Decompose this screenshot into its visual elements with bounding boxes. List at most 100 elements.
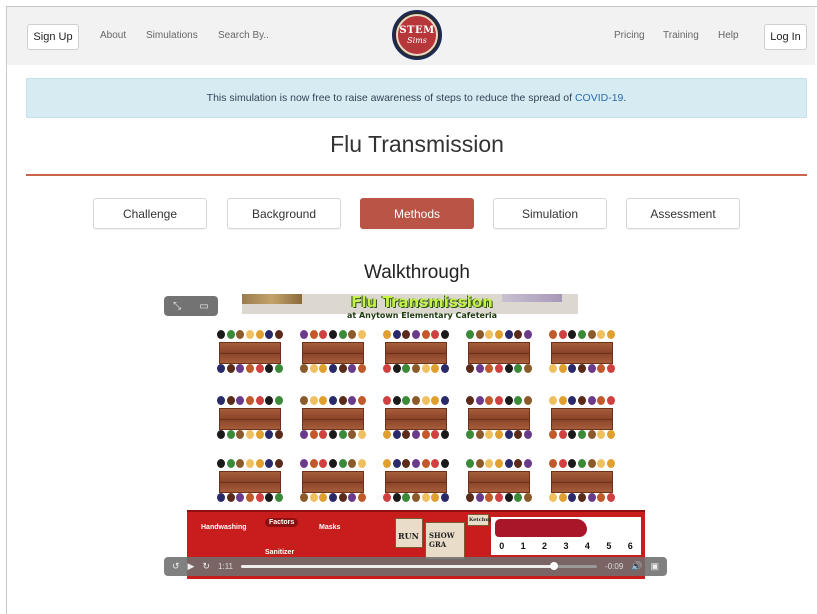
progress-knob[interactable] [550, 562, 559, 570]
student-head [309, 459, 318, 468]
nav-simulations[interactable]: Simulations [146, 30, 198, 41]
student-head [265, 330, 274, 339]
table-plank [468, 471, 530, 493]
tab-background[interactable]: Background [227, 198, 341, 229]
covid-notice-banner: This simulation is now free to raise awa… [26, 78, 807, 118]
play-icon[interactable]: ▶ [188, 561, 195, 572]
student-head [348, 430, 357, 439]
stem-sims-logo[interactable]: STEM Sims [392, 10, 442, 60]
student-head [392, 364, 401, 373]
picture-in-picture-icon[interactable]: ▭ [199, 301, 208, 312]
student-head [236, 430, 245, 439]
airplay-icon[interactable]: ▣ [650, 561, 659, 572]
student-head [274, 330, 283, 339]
student-head [577, 330, 586, 339]
walkthrough-video[interactable]: Flu Transmission at Anytown Elementary C… [162, 294, 669, 579]
volume-icon[interactable]: 🔊 [631, 561, 642, 572]
student-head [549, 396, 557, 405]
student-head [568, 430, 577, 439]
tab-challenge[interactable]: Challenge [93, 198, 207, 229]
table-plank [551, 342, 613, 364]
student-head [606, 364, 615, 373]
student-head [226, 493, 235, 502]
student-head [440, 430, 449, 439]
student-head [597, 430, 606, 439]
student-head [587, 396, 596, 405]
student-head [300, 364, 308, 373]
student-head [383, 493, 391, 502]
section-title: Walkthrough [364, 262, 470, 283]
rewind-icon[interactable]: ↺ [172, 561, 180, 572]
student-head [504, 364, 513, 373]
student-head [549, 330, 557, 339]
student-head [577, 493, 586, 502]
student-head [514, 396, 523, 405]
student-row [217, 430, 283, 442]
progress-slider[interactable] [241, 562, 598, 570]
student-head [348, 459, 357, 468]
student-head [549, 493, 557, 502]
cafeteria-table [217, 396, 283, 442]
student-head [606, 459, 615, 468]
student-head [300, 330, 308, 339]
table-plank [385, 408, 447, 430]
cafeteria-table [383, 459, 449, 505]
student-row [549, 430, 615, 442]
student-head [485, 430, 494, 439]
cafeteria-table [549, 459, 615, 505]
student-head [226, 459, 235, 468]
cafeteria-table [383, 396, 449, 442]
tab-assessment[interactable]: Assessment [626, 198, 740, 229]
nav-search-by[interactable]: Search By.. [218, 30, 269, 41]
student-head [466, 430, 474, 439]
student-head [383, 364, 391, 373]
student-head [568, 493, 577, 502]
student-head [606, 493, 615, 502]
student-head [411, 330, 420, 339]
log-in-button[interactable]: Log In [764, 24, 807, 50]
forward-icon[interactable]: ↻ [202, 561, 210, 572]
nav-pricing[interactable]: Pricing [614, 30, 645, 41]
student-head [466, 396, 474, 405]
masks-option: Masks [319, 524, 341, 531]
nav-help[interactable]: Help [718, 30, 739, 41]
student-head [577, 364, 586, 373]
student-head [319, 330, 328, 339]
student-head [431, 396, 440, 405]
student-head [226, 330, 235, 339]
cafeteria-table [549, 396, 615, 442]
student-head [309, 330, 318, 339]
student-head [558, 493, 567, 502]
student-head [504, 493, 513, 502]
student-head [568, 364, 577, 373]
cafeteria-table [217, 459, 283, 505]
student-head [357, 493, 366, 502]
student-head [440, 364, 449, 373]
student-head [319, 430, 328, 439]
student-head [265, 459, 274, 468]
student-head [217, 493, 225, 502]
tab-simulation[interactable]: Simulation [493, 198, 607, 229]
nav-training[interactable]: Training [663, 30, 699, 41]
student-row [217, 330, 283, 342]
student-row [549, 396, 615, 408]
sign-up-button[interactable]: Sign Up [27, 24, 79, 50]
video-corner-controls[interactable]: ⤡ ▭ [164, 296, 218, 316]
student-head [300, 430, 308, 439]
page-title: Flu Transmission [330, 131, 504, 157]
student-head [245, 330, 254, 339]
nav-about[interactable]: About [100, 30, 126, 41]
student-head [245, 396, 254, 405]
student-head [300, 459, 308, 468]
student-head [440, 493, 449, 502]
student-head [357, 396, 366, 405]
student-head [255, 330, 264, 339]
student-head [392, 493, 401, 502]
student-head [421, 430, 430, 439]
student-row [466, 459, 532, 471]
expand-icon[interactable]: ⤡ [173, 301, 181, 312]
tab-methods[interactable]: Methods [360, 198, 474, 229]
covid-link[interactable]: COVID-19 [575, 92, 623, 104]
student-head [319, 493, 328, 502]
student-row [300, 493, 366, 505]
